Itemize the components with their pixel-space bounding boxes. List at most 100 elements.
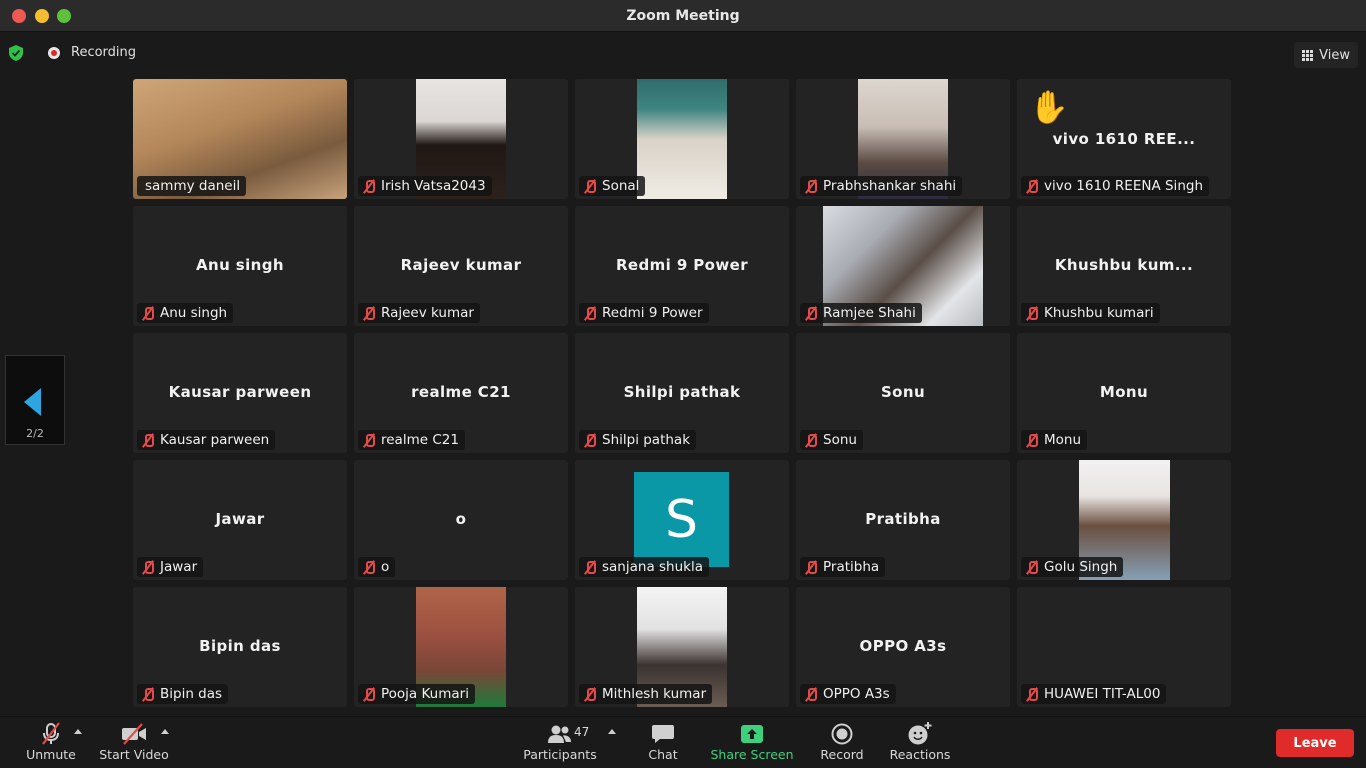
participant-name-tag: sammy daneil	[137, 176, 247, 196]
participant-name-tag: Golu Singh	[1021, 557, 1124, 577]
participant-tile[interactable]: HUAWEI TIT-AL00	[1017, 587, 1231, 707]
participant-tile[interactable]: Bipin das Bipin das	[133, 587, 347, 707]
microphone-muted-icon	[141, 560, 155, 575]
reactions-button[interactable]: Reactions	[888, 721, 952, 762]
participant-tile[interactable]: Pooja Kumari	[354, 587, 568, 707]
participant-tile[interactable]: Ramjee Shahi	[796, 206, 1010, 326]
participant-tile[interactable]: Ssanjana shukla	[575, 460, 789, 580]
microphone-muted-icon	[583, 560, 597, 575]
microphone-muted-icon	[362, 433, 376, 448]
microphone-muted-icon	[141, 306, 155, 321]
recording-label: Recording	[71, 45, 137, 60]
participant-name: sanjana shukla	[602, 559, 703, 575]
participant-tile[interactable]: sammy daneil	[133, 79, 347, 199]
participant-tile[interactable]: Irish Vatsa2043	[354, 79, 568, 199]
participant-name: vivo 1610 REENA Singh	[1044, 178, 1203, 194]
participant-tile[interactable]: Anu singh Anu singh	[133, 206, 347, 326]
participant-name-tag: HUAWEI TIT-AL00	[1021, 684, 1167, 704]
microphone-muted-icon	[1025, 433, 1039, 448]
chat-button[interactable]: Chat	[640, 721, 686, 762]
participant-tile[interactable]: Rajeev kumar Rajeev kumar	[354, 206, 568, 326]
participant-tile[interactable]: ✋ vivo 1610 REE... vivo 1610 REENA Singh	[1017, 79, 1231, 199]
microphone-muted-icon	[362, 560, 376, 575]
microphone-muted-icon	[42, 722, 60, 745]
participants-options-chevron-icon[interactable]	[608, 729, 616, 734]
participant-name-tag: Rajeev kumar	[358, 303, 480, 323]
participant-tile[interactable]: OPPO A3s OPPO A3s	[796, 587, 1010, 707]
microphone-muted-icon	[804, 560, 818, 575]
participant-display-name: Sonu	[880, 383, 926, 401]
participant-tile[interactable]: Mithlesh kumar	[575, 587, 789, 707]
participant-name: Irish Vatsa2043	[381, 178, 486, 194]
participant-name: Bipin das	[160, 686, 223, 702]
microphone-muted-icon	[1025, 687, 1039, 702]
participant-display-name: Shilpi pathak	[623, 383, 741, 401]
participant-display-name: OPPO A3s	[859, 637, 947, 655]
share-screen-icon	[741, 725, 763, 743]
participant-display-name: Pratibha	[865, 510, 941, 528]
chat-label: Chat	[648, 747, 678, 762]
microphone-muted-icon	[804, 433, 818, 448]
video-options-chevron-icon[interactable]	[161, 729, 169, 734]
start-video-button[interactable]: Start Video	[98, 721, 170, 762]
audio-options-chevron-icon[interactable]	[74, 729, 82, 734]
participant-name-tag: Pratibha	[800, 557, 886, 577]
participants-count: 47	[574, 725, 590, 739]
participant-name-tag: Redmi 9 Power	[579, 303, 709, 323]
microphone-muted-icon	[583, 433, 597, 448]
participant-display-name: realme C21	[411, 383, 511, 401]
record-button[interactable]: Record	[816, 721, 868, 762]
participant-display-name: Bipin das	[199, 637, 281, 655]
participant-tile[interactable]: Prabhshankar shahi	[796, 79, 1010, 199]
participant-name: Kausar parween	[160, 432, 270, 448]
unmute-button[interactable]: Unmute	[20, 721, 82, 762]
record-icon	[831, 723, 853, 745]
participant-tile[interactable]: Golu Singh	[1017, 460, 1231, 580]
microphone-muted-icon	[1025, 560, 1039, 575]
participant-tile[interactable]: Pratibha Pratibha	[796, 460, 1010, 580]
window-title: Zoom Meeting	[626, 8, 740, 24]
participant-name: Pooja Kumari	[381, 686, 469, 702]
participant-name-tag: Kausar parween	[137, 430, 276, 450]
microphone-muted-icon	[362, 687, 376, 702]
participant-tile[interactable]: Sonu Sonu	[796, 333, 1010, 453]
previous-page-button[interactable]: 2/2	[5, 355, 65, 445]
participant-tile[interactable]: realme C21 realme C21	[354, 333, 568, 453]
view-button-label: View	[1319, 47, 1350, 63]
participant-name-tag: sanjana shukla	[579, 557, 709, 577]
participant-name-tag: o	[358, 557, 396, 577]
participant-name-tag: Irish Vatsa2043	[358, 176, 492, 196]
participant-tile[interactable]: oo	[354, 460, 568, 580]
participant-tile[interactable]: Kausar parween Kausar parween	[133, 333, 347, 453]
participants-icon	[548, 725, 571, 743]
participants-button[interactable]: Participants 47	[522, 721, 598, 762]
participant-name-tag: realme C21	[358, 430, 465, 450]
share-screen-button[interactable]: Share Screen	[708, 721, 796, 762]
participant-tile[interactable]: Redmi 9 Power Redmi 9 Power	[575, 206, 789, 326]
unmute-label: Unmute	[26, 747, 76, 762]
participant-display-name: Rajeev kumar	[400, 256, 522, 274]
start-video-label: Start Video	[99, 747, 169, 762]
participant-tile[interactable]: Monu Monu	[1017, 333, 1231, 453]
security-shield-icon[interactable]	[9, 45, 23, 61]
microphone-muted-icon	[141, 687, 155, 702]
participant-name: sammy daneil	[145, 178, 241, 194]
leave-meeting-button[interactable]: Leave	[1276, 729, 1354, 757]
arrow-left-icon	[24, 388, 41, 416]
microphone-muted-icon	[804, 179, 818, 194]
page-indicator: 2/2	[26, 427, 44, 440]
participant-name: Monu	[1044, 432, 1082, 448]
participant-tile[interactable]: Jawar Jawar	[133, 460, 347, 580]
microphone-muted-icon	[362, 306, 376, 321]
participant-display-name: Khushbu kum...	[1054, 256, 1194, 274]
participant-tile[interactable]: Sonal	[575, 79, 789, 199]
microphone-muted-icon	[804, 306, 818, 321]
chat-icon	[652, 725, 674, 743]
participant-name: o	[381, 559, 390, 575]
participant-tile[interactable]: Shilpi pathak Shilpi pathak	[575, 333, 789, 453]
participant-tile[interactable]: Khushbu kum... Khushbu kumari	[1017, 206, 1231, 326]
view-button[interactable]: View	[1294, 42, 1358, 68]
participant-name: Jawar	[160, 559, 198, 575]
participant-name: realme C21	[381, 432, 459, 448]
participant-display-name: o	[455, 510, 467, 528]
